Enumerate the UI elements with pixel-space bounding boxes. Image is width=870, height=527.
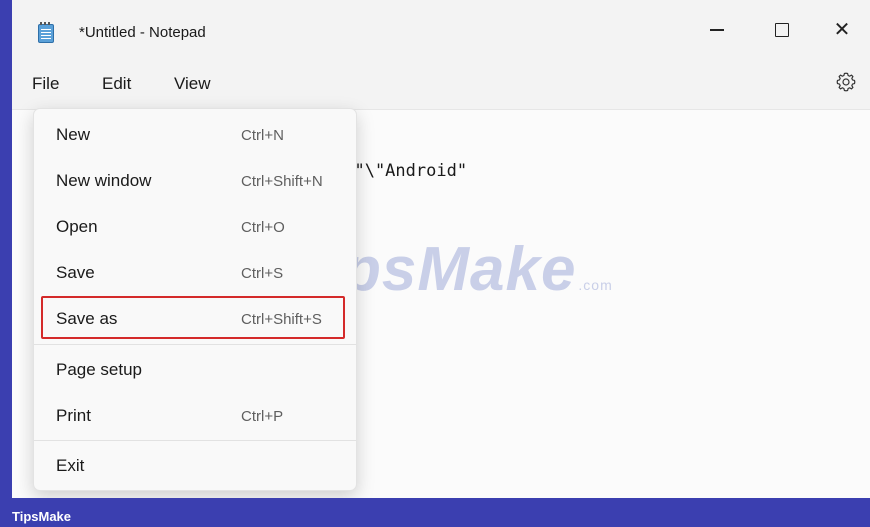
maximize-icon	[775, 23, 789, 37]
menu-item-print[interactable]: Print Ctrl+P	[34, 396, 356, 436]
menu-item-label: New	[56, 125, 91, 144]
maximize-button[interactable]	[757, 10, 807, 50]
menu-item-new[interactable]: New Ctrl+N	[34, 115, 356, 155]
menu-edit[interactable]: Edit	[102, 74, 131, 94]
menu-separator	[34, 440, 356, 441]
menu-bar: File Edit View	[12, 64, 870, 108]
menu-item-shortcut: Ctrl+Shift+N	[241, 173, 323, 190]
menu-item-new-window[interactable]: New window Ctrl+Shift+N	[34, 161, 356, 201]
menu-item-label: Exit	[56, 456, 85, 475]
footer-brand: TipsMake	[12, 509, 72, 524]
title-bar[interactable]: *Untitled - Notepad ✕	[12, 0, 870, 64]
file-menu-dropdown: New Ctrl+N New window Ctrl+Shift+N Open …	[33, 108, 357, 491]
gear-icon[interactable]	[834, 70, 858, 94]
close-button[interactable]: ✕	[817, 10, 867, 50]
menu-item-shortcut: Ctrl+O	[241, 219, 285, 236]
menu-item-open[interactable]: Open Ctrl+O	[34, 207, 356, 247]
minimize-icon	[710, 29, 724, 31]
menu-item-shortcut: Ctrl+Shift+S	[241, 311, 322, 328]
menu-item-page-setup[interactable]: Page setup	[34, 350, 356, 390]
menu-file[interactable]: File	[32, 74, 59, 94]
menu-view[interactable]: View	[174, 74, 211, 94]
menu-item-exit[interactable]: Exit	[34, 446, 356, 486]
window-title: *Untitled - Notepad	[79, 24, 206, 41]
menu-item-label: Print	[56, 406, 91, 425]
menu-separator	[34, 344, 356, 345]
menu-item-save-as[interactable]: Save as Ctrl+Shift+S	[34, 299, 356, 339]
menu-item-label: Page setup	[56, 360, 143, 379]
menu-item-shortcut: Ctrl+P	[241, 408, 284, 425]
close-icon: ✕	[833, 19, 851, 41]
menu-item-label: Save	[56, 263, 95, 282]
menu-item-save[interactable]: Save Ctrl+S	[34, 253, 356, 293]
notepad-icon	[38, 22, 54, 43]
watermark-suffix: .com	[578, 277, 613, 293]
menu-item-shortcut: Ctrl+S	[241, 265, 284, 282]
minimize-button[interactable]	[692, 10, 742, 50]
footer-banner: TipsMake	[0, 505, 870, 527]
menu-item-label: Open	[56, 217, 98, 236]
menu-item-label: Save as	[56, 309, 118, 328]
menu-item-shortcut: Ctrl+N	[241, 127, 284, 144]
notepad-window: *Untitled - Notepad ✕ File Edit View eb"…	[12, 0, 870, 498]
menu-item-label: New window	[56, 171, 152, 190]
